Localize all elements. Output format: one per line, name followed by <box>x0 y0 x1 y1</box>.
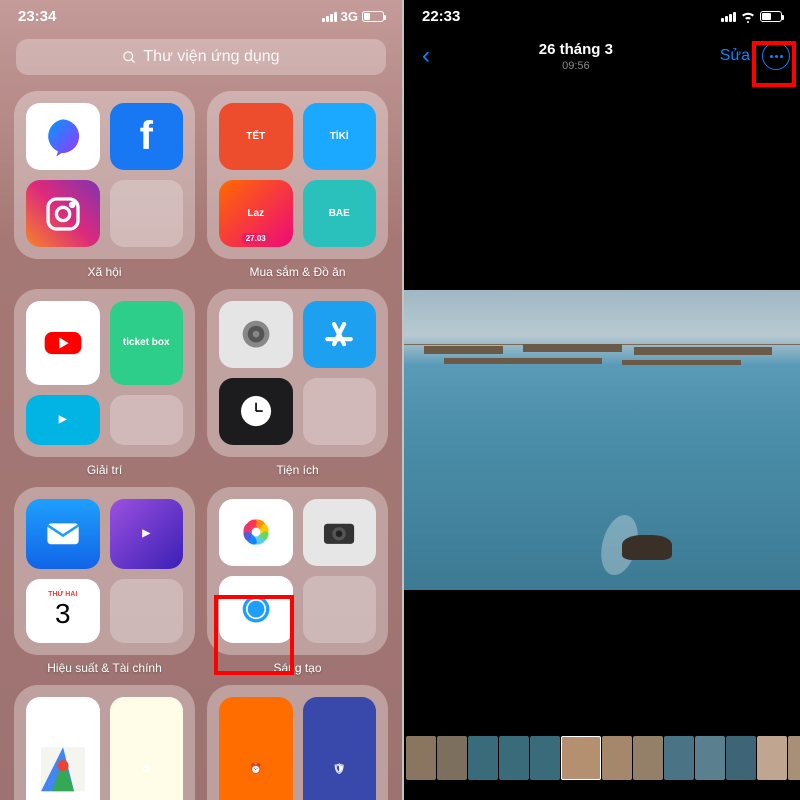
photo-date: 26 tháng 3 <box>438 41 714 58</box>
folder-label: Hiệu suất & Tài chính <box>14 661 195 675</box>
header-title: 26 tháng 3 09:56 <box>438 41 714 72</box>
folder-label: Sáng tạo <box>207 661 388 675</box>
folder-Mua sắm & Đồ ăn[interactable]: TẾTTİKİLaz27.03BAE <box>207 91 388 259</box>
app-zing[interactable]: ▶ <box>110 499 184 569</box>
app-lazada[interactable]: Laz27.03 <box>219 180 293 247</box>
app-quad-netflix[interactable] <box>110 395 184 445</box>
folder-Xã hội[interactable]: f <box>14 91 195 259</box>
folders-grid: f Xã hội TẾTTİKİLaz27.03BAE Mua sắm & Đồ ăn… <box>0 91 402 800</box>
search-input[interactable]: Thư viện ứng dụng <box>16 39 386 75</box>
app-quad-fin[interactable] <box>110 579 184 643</box>
more-button[interactable] <box>762 42 790 70</box>
thumbnail[interactable] <box>664 736 694 780</box>
network-label: 3G <box>341 9 358 24</box>
app-camera[interactable] <box>303 499 377 566</box>
signal-icon <box>721 12 736 22</box>
folder-row6[interactable]: ✿ <box>14 685 195 800</box>
thumbnail[interactable] <box>561 736 601 780</box>
thumbnail[interactable] <box>468 736 498 780</box>
thumbnail[interactable] <box>530 736 560 780</box>
app-tiki[interactable]: TİKİ <box>303 103 377 170</box>
folder-label: Giải trí <box>14 463 195 477</box>
folder-Tiện ích[interactable] <box>207 289 388 457</box>
photo-time: 09:56 <box>438 60 714 72</box>
app-instagram[interactable] <box>26 180 100 247</box>
boat-in-photo <box>622 535 672 560</box>
thumbnail[interactable] <box>633 736 663 780</box>
app-mail[interactable] <box>26 499 100 569</box>
status-time: 22:33 <box>422 8 460 25</box>
app-library-screen: 23:34 3G Thư viện ứng dụng f Xã hội TẾTTİK… <box>0 0 402 800</box>
search-icon <box>122 50 137 65</box>
folder-label: Mua sắm & Đồ ăn <box>207 265 388 279</box>
app-flower[interactable]: ✿ <box>110 697 184 800</box>
thumbnail[interactable] <box>437 736 467 780</box>
folder-Giải trí[interactable]: ticket box▶ <box>14 289 195 457</box>
app-shopee-tet[interactable]: TẾT <box>219 103 293 170</box>
app-calendar[interactable]: THỨ HAI3 <box>26 579 100 643</box>
app-maps[interactable] <box>26 697 100 800</box>
status-bar-left: 23:34 3G <box>0 0 402 29</box>
edit-button[interactable]: Sửa <box>714 47 756 65</box>
search-placeholder: Thư viện ứng dụng <box>143 48 279 66</box>
thumbnail-strip[interactable] <box>404 736 800 780</box>
status-bar-right: 22:33 <box>404 0 800 29</box>
thumbnail[interactable] <box>406 736 436 780</box>
app-safari-like[interactable] <box>219 576 293 643</box>
app-quad-muji[interactable] <box>303 576 377 643</box>
folder-label: Tiện ích <box>207 463 388 477</box>
photos-header: ‹ 26 tháng 3 09:56 Sửa <box>404 29 800 83</box>
thumbnail[interactable] <box>602 736 632 780</box>
folder-label: Xã hội <box>14 265 195 279</box>
app-quad-utils[interactable] <box>303 378 377 445</box>
app-security[interactable]: 🛡 <box>303 697 377 800</box>
folder-Hiệu suất & Tài chính[interactable]: ▶THỨ HAI3 <box>14 487 195 655</box>
thumbnail[interactable] <box>695 736 725 780</box>
folder-Sáng tạo[interactable] <box>207 487 388 655</box>
app-baemin[interactable]: BAE <box>303 180 377 247</box>
app-ticketbox[interactable]: ticket box <box>110 301 184 385</box>
app-clock[interactable] <box>219 378 293 445</box>
status-time: 23:34 <box>18 8 56 25</box>
battery-icon <box>760 11 782 22</box>
app-facebook[interactable]: f <box>110 103 184 170</box>
thumbnail[interactable] <box>757 736 787 780</box>
status-right <box>721 11 782 23</box>
app-appstore[interactable] <box>303 301 377 368</box>
app-youtube[interactable] <box>26 301 100 385</box>
thumbnail[interactable] <box>726 736 756 780</box>
thumbnail[interactable] <box>788 736 800 780</box>
app-quad-zalo[interactable] <box>110 180 184 247</box>
signal-icon <box>322 12 337 22</box>
photo-viewer[interactable] <box>404 290 800 590</box>
back-button[interactable]: ‹ <box>414 42 438 70</box>
status-right: 3G <box>322 9 384 24</box>
wifi-icon <box>740 11 756 23</box>
photos-detail-screen: 22:33 ‹ 26 tháng 3 09:56 Sửa <box>402 0 800 800</box>
folder-row7[interactable]: ⏰🛡 <box>207 685 388 800</box>
app-photos[interactable] <box>219 499 293 566</box>
app-alarm[interactable]: ⏰ <box>219 697 293 800</box>
app-disney[interactable]: ▶ <box>26 395 100 445</box>
app-settings[interactable] <box>219 301 293 368</box>
battery-icon <box>362 11 384 22</box>
thumbnail[interactable] <box>499 736 529 780</box>
app-messenger[interactable] <box>26 103 100 170</box>
